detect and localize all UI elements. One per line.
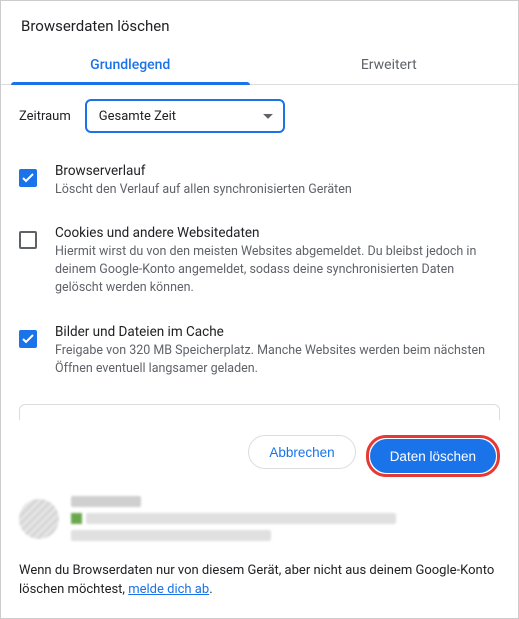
time-range-row: Zeitraum Gesamte Zeit	[19, 99, 500, 133]
sync-status-icon	[71, 513, 82, 524]
time-range-value: Gesamte Zeit	[99, 109, 176, 124]
checkbox-cookies[interactable]	[19, 231, 37, 249]
dialog-title: Browserdaten löschen	[1, 1, 518, 47]
option-history: Browserverlauf Löscht den Verlauf auf al…	[19, 157, 500, 219]
option-cache: Bilder und Dateien im Cache Freigabe von…	[19, 318, 500, 398]
redacted-text	[86, 513, 396, 524]
clear-data-button[interactable]: Daten löschen	[370, 439, 496, 473]
option-cache-title: Bilder und Dateien im Cache	[55, 324, 500, 340]
confirm-highlight: Daten löschen	[366, 435, 500, 477]
footer-note: Wenn du Browserdaten nur von diesem Gerä…	[1, 552, 518, 618]
account-row	[1, 491, 518, 552]
tab-advanced[interactable]: Erweitert	[260, 47, 519, 84]
checkbox-history[interactable]	[19, 169, 37, 187]
clear-browsing-data-dialog: Browserdaten löschen Grundlegend Erweite…	[0, 0, 519, 619]
option-cookies-desc: Hiermit wirst du von den meisten Website…	[55, 243, 500, 297]
checkbox-cache[interactable]	[19, 330, 37, 348]
tab-basic[interactable]: Grundlegend	[1, 47, 260, 84]
avatar	[19, 499, 59, 539]
chevron-down-icon	[263, 114, 273, 120]
option-history-desc: Löscht den Verlauf auf allen synchronisi…	[55, 181, 352, 199]
sign-out-link[interactable]: melde dich ab	[128, 582, 209, 597]
option-history-title: Browserverlauf	[55, 163, 352, 179]
time-range-label: Zeitraum	[19, 109, 71, 124]
dialog-button-row: Abbrechen Daten löschen	[1, 420, 518, 491]
time-range-select[interactable]: Gesamte Zeit	[85, 99, 285, 133]
dialog-body-scroll[interactable]: Zeitraum Gesamte Zeit Browserverlauf Lös…	[1, 85, 518, 420]
option-cookies: Cookies und andere Websitedaten Hiermit …	[19, 219, 500, 317]
redacted-text	[71, 496, 141, 507]
option-cookies-title: Cookies und andere Websitedaten	[55, 225, 500, 241]
tab-bar: Grundlegend Erweitert	[1, 47, 518, 85]
redacted-text	[71, 530, 271, 541]
activity-note: Der Suchverlauf und andere Arten von Akt…	[19, 404, 500, 421]
option-cache-desc: Freigabe von 320 MB Speicherplatz. Manch…	[55, 342, 500, 378]
cancel-button[interactable]: Abbrechen	[248, 435, 355, 469]
